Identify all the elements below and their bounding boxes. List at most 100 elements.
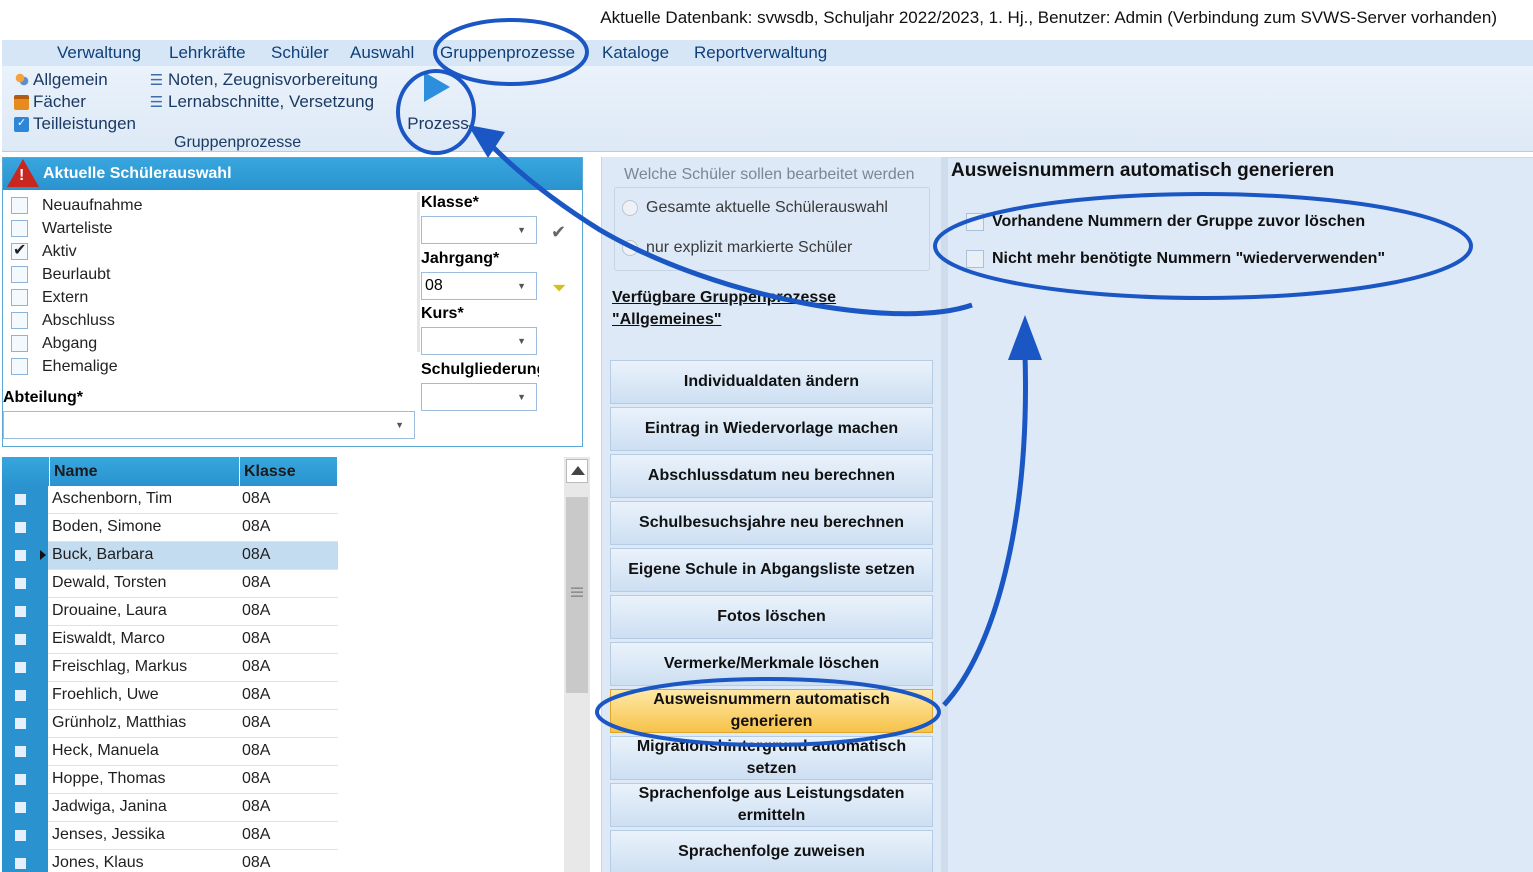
status-abgang[interactable]: Abgang: [11, 332, 97, 355]
checkbox[interactable]: [11, 266, 28, 283]
table-row[interactable]: Buck, Barbara 08A: [2, 542, 338, 570]
row-selector[interactable]: [2, 738, 48, 766]
schulgliederung-select[interactable]: ▼: [421, 383, 537, 411]
checkbox[interactable]: [11, 240, 28, 260]
menu-gruppenprozesse[interactable]: Gruppenprozesse: [440, 43, 575, 63]
table-row[interactable]: Boden, Simone 08A: [2, 514, 338, 542]
list-icon: ☰: [149, 93, 164, 111]
menu-lehrkraefte[interactable]: Lehrkräfte: [169, 43, 246, 63]
checkbox[interactable]: [11, 197, 28, 214]
chevron-down-icon: ▼: [517, 392, 526, 402]
checkbox[interactable]: [966, 250, 984, 268]
radio-all-students[interactable]: Gesamte aktuelle Schülerauswahl: [622, 199, 888, 217]
cell-klasse: 08A: [242, 574, 271, 591]
checkbox[interactable]: [11, 335, 28, 352]
process-button[interactable]: Migrationshintergrund automatisch setzen: [610, 736, 933, 780]
vertical-scrollbar[interactable]: — — —: [564, 457, 590, 872]
row-selector[interactable]: [2, 542, 48, 570]
status-aktiv[interactable]: Aktiv: [11, 240, 77, 263]
row-selector[interactable]: [2, 682, 48, 710]
radio-button[interactable]: [622, 200, 638, 216]
process-button[interactable]: Ausweisnummern automatisch generieren: [610, 689, 933, 733]
radio-button[interactable]: [622, 240, 638, 256]
row-selector[interactable]: [2, 850, 48, 872]
checkmark-icon[interactable]: ✔: [551, 222, 566, 243]
status-neuaufnahme[interactable]: Neuaufnahme: [11, 194, 143, 217]
row-selector[interactable]: [2, 654, 48, 682]
row-selector[interactable]: [2, 794, 48, 822]
abteilung-select[interactable]: ▼: [3, 411, 415, 439]
radio-marked-students[interactable]: nur explizit markierte Schüler: [622, 239, 852, 257]
kurs-select[interactable]: ▼: [421, 327, 537, 355]
row-mark-icon: [15, 606, 26, 617]
splitter[interactable]: [417, 192, 420, 352]
ribbon-allgemein[interactable]: Allgemein: [14, 70, 108, 90]
process-button[interactable]: Fotos löschen: [610, 595, 933, 639]
abteilung-label: Abteilung*: [3, 389, 83, 406]
checkbox[interactable]: [11, 358, 28, 375]
process-button[interactable]: Sprachenfolge aus Leistungsdaten ermitte…: [610, 783, 933, 827]
process-detail-panel: Ausweisnummern automatisch generieren Vo…: [948, 157, 1533, 872]
row-selector[interactable]: [2, 626, 48, 654]
row-selector[interactable]: [2, 766, 48, 794]
table-row[interactable]: Grünholz, Matthias 08A: [2, 710, 338, 738]
menu-schueler[interactable]: Schüler: [271, 43, 329, 63]
table-row[interactable]: Jenses, Jessika 08A: [2, 822, 338, 850]
column-header-name[interactable]: Name: [50, 457, 240, 486]
table-row[interactable]: Freischlag, Markus 08A: [2, 654, 338, 682]
cell-klasse: 08A: [242, 742, 271, 759]
process-button[interactable]: Eigene Schule in Abgangsliste setzen: [610, 548, 933, 592]
menu-reportverwaltung[interactable]: Reportverwaltung: [694, 43, 827, 63]
table-row[interactable]: Jadwiga, Janina 08A: [2, 794, 338, 822]
option-reuse-numbers[interactable]: Nicht mehr benötigte Nummern "wiederverw…: [966, 250, 1385, 268]
process-button[interactable]: Abschlussdatum neu berechnen: [610, 454, 933, 498]
row-selector[interactable]: [2, 570, 48, 598]
prozess-button[interactable]: Prozess: [402, 72, 474, 134]
table-row[interactable]: Jones, Klaus 08A: [2, 850, 338, 872]
status-extern[interactable]: Extern: [11, 286, 88, 309]
table-row[interactable]: Dewald, Torsten 08A: [2, 570, 338, 598]
checkbox[interactable]: [11, 220, 28, 237]
process-button[interactable]: Vermerke/Merkmale löschen: [610, 642, 933, 686]
ribbon-lernabschnitte[interactable]: ☰ Lernabschnitte, Versetzung: [149, 92, 374, 112]
scroll-up-button[interactable]: [566, 459, 588, 483]
checkbox[interactable]: [11, 289, 28, 306]
table-row[interactable]: Heck, Manuela 08A: [2, 738, 338, 766]
status-beurlaubt[interactable]: Beurlaubt: [11, 263, 111, 286]
ribbon-teilleistungen[interactable]: Teilleistungen: [14, 114, 136, 134]
cell-klasse: 08A: [242, 798, 271, 815]
row-selector[interactable]: [2, 822, 48, 850]
row-selector[interactable]: [2, 710, 48, 738]
menu-verwaltung[interactable]: Verwaltung: [57, 43, 141, 63]
menu-kataloge[interactable]: Kataloge: [602, 43, 669, 63]
process-button[interactable]: Schulbesuchsjahre neu berechnen: [610, 501, 933, 545]
ribbon-noten[interactable]: ☰ Noten, Zeugnisvorbereitung: [149, 70, 378, 90]
checkbox[interactable]: [11, 312, 28, 329]
status-warteliste[interactable]: Warteliste: [11, 217, 113, 240]
row-mark-icon: [15, 718, 26, 729]
table-row[interactable]: Froehlich, Uwe 08A: [2, 682, 338, 710]
column-header-klasse[interactable]: Klasse: [240, 457, 338, 486]
jahrgang-select[interactable]: 08 ▼: [421, 272, 537, 300]
table-row[interactable]: Eiswaldt, Marco 08A: [2, 626, 338, 654]
cell-name: Grünholz, Matthias: [52, 714, 187, 731]
option-delete-existing[interactable]: Vorhandene Nummern der Gruppe zuvor lösc…: [966, 213, 1365, 231]
table-row[interactable]: Hoppe, Thomas 08A: [2, 766, 338, 794]
row-selector[interactable]: [2, 598, 48, 626]
row-selector[interactable]: [2, 486, 48, 514]
filter-icon[interactable]: ⏷: [552, 278, 566, 299]
table-row[interactable]: Drouaine, Laura 08A: [2, 598, 338, 626]
menu-auswahl[interactable]: Auswahl: [350, 43, 414, 63]
status-abschluss[interactable]: Abschluss: [11, 309, 115, 332]
ribbon-faecher[interactable]: Fächer: [14, 92, 86, 112]
klasse-select[interactable]: ▼: [421, 216, 537, 244]
process-button[interactable]: Eintrag in Wiedervorlage machen: [610, 407, 933, 451]
table-row[interactable]: Aschenborn, Tim 08A: [2, 486, 338, 514]
checkbox[interactable]: [966, 213, 984, 231]
process-button[interactable]: Individualdaten ändern: [610, 360, 933, 404]
splitter[interactable]: [941, 157, 948, 872]
status-ehemalige[interactable]: Ehemalige: [11, 355, 118, 378]
row-selector[interactable]: [2, 514, 48, 542]
process-button[interactable]: Sprachenfolge zuweisen: [610, 830, 933, 872]
available-processes-link[interactable]: Verfügbare Gruppenprozesse "Allgemeines": [612, 287, 836, 331]
